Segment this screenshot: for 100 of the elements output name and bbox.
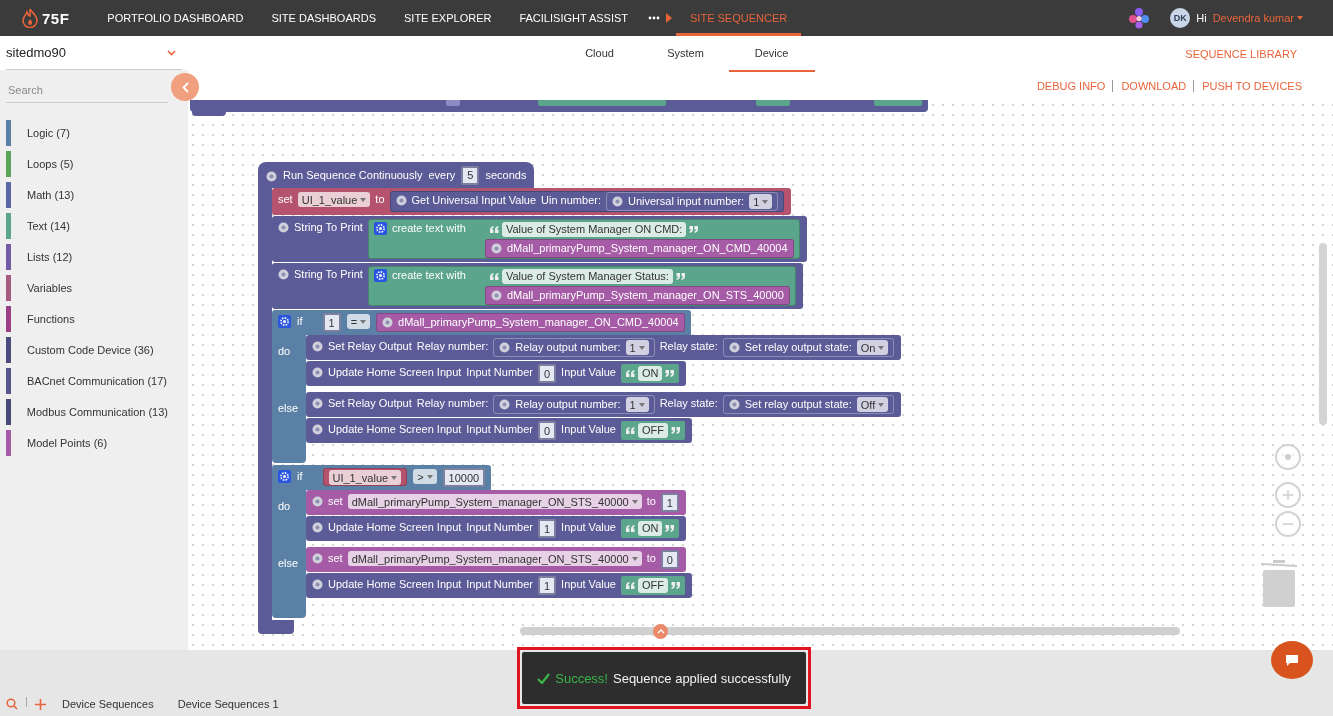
tab[interactable]: Cloud [556, 36, 643, 72]
sequence-tab[interactable]: Device Sequences 1 [169, 698, 287, 710]
number-field[interactable]: 0 [537, 421, 557, 440]
text-field[interactable]: ON [637, 366, 663, 381]
value-block[interactable]: dMall_primaryPump_System_manager_ON_CMD_40004 [376, 313, 685, 332]
block-dropdown[interactable]: dMall_primaryPump_System_manager_ON_STS_40000 [347, 551, 642, 566]
code-block[interactable]: Update Home Screen Input Input Number 0 Input Value OFF [306, 418, 692, 443]
code-block[interactable]: Update Home Screen Input Input Number 1 Input Value OFF [306, 573, 692, 598]
code-block[interactable]: Update Home Screen Input Input Number 1 Input Value ON [306, 516, 687, 541]
block-dropdown[interactable]: UI_1_value [297, 192, 371, 207]
category-item[interactable]: Text (14) [11, 219, 70, 232]
block-dropdown[interactable]: UI_1_value [328, 470, 402, 485]
expand-button[interactable] [653, 624, 668, 639]
gear-icon[interactable] [499, 342, 511, 353]
category-item[interactable]: Lists (12) [11, 250, 73, 263]
gear-icon[interactable] [312, 367, 323, 378]
value-block[interactable]: dMall_primaryPump_System_manager_ON_STS_40000 [484, 286, 790, 305]
gear-icon[interactable] [312, 522, 323, 533]
block-dropdown[interactable]: On [856, 340, 889, 355]
if-block[interactable]: if 1 = dMall_primaryPump_System_manager_ON_CMD_40004 [272, 310, 691, 335]
text-field[interactable]: OFF [637, 578, 668, 593]
category-item[interactable]: Model Points (6) [11, 436, 108, 449]
sequence-header-block[interactable]: Run Sequence Continuously every 5 seconds [258, 162, 535, 188]
value-block[interactable]: dMall_primaryPump_System_manager_ON_CMD_40004 [484, 239, 794, 258]
category-item[interactable]: Modbus Communication (13) [10, 405, 168, 418]
value-block[interactable]: Relay output number: 1 [493, 338, 655, 357]
category-item[interactable]: Variables [11, 281, 73, 294]
code-block[interactable]: Update Home Screen Input Input Number 0 Input Value ON [306, 361, 687, 386]
collapse-button[interactable] [171, 73, 199, 101]
nav-item[interactable]: SITE DASHBOARDS [257, 0, 390, 36]
gear-icon[interactable] [373, 269, 387, 282]
scroll-right-icon[interactable] [666, 13, 673, 23]
nav-item[interactable]: PORTFOLIO DASHBOARD [93, 0, 258, 36]
value-block[interactable]: create text with Value of System Manager ON CMD: dMall_primaryPump_System_manager_ON_CMD_40004 [367, 219, 800, 259]
value-block[interactable]: Set relay output state: On [722, 338, 895, 357]
app-cluster-icon[interactable] [1128, 7, 1151, 29]
number-field[interactable]: 5 [461, 165, 480, 185]
text-field[interactable]: Value of System Manager Status: [501, 269, 673, 284]
gear-icon[interactable] [278, 470, 291, 483]
code-block[interactable]: set UI_1_value to Get Universal Input Value Uin number: Universal input number: 1 [272, 188, 792, 215]
block-dropdown[interactable]: > [413, 469, 437, 484]
if-block[interactable]: if UI_1_value > 10000 [272, 465, 492, 490]
gear-icon[interactable] [728, 342, 740, 353]
gear-icon[interactable] [373, 222, 387, 235]
gear-icon[interactable] [312, 553, 323, 564]
gear-icon[interactable] [312, 496, 323, 507]
number-field[interactable]: 1 [537, 576, 557, 595]
category-item[interactable]: Math (13) [11, 188, 75, 201]
value-block[interactable]: Universal input number: 1 [606, 192, 779, 211]
block-dropdown[interactable]: = [346, 314, 371, 329]
code-block[interactable]: set dMall_primaryPump_System_manager_ON_STS_40000 to 0 [306, 547, 686, 572]
gear-icon[interactable] [266, 171, 277, 182]
value-block[interactable]: UI_1_value [322, 468, 408, 486]
category-item[interactable]: Logic (7) [11, 126, 70, 139]
block-dropdown[interactable]: 1 [625, 340, 649, 355]
nav-item[interactable]: FACILISIGHT ASSIST [505, 0, 643, 36]
number-field[interactable]: 1 [537, 519, 557, 538]
number-field[interactable]: 10000 [442, 468, 486, 487]
text-field[interactable]: OFF [637, 423, 668, 438]
block-dropdown[interactable]: 1 [625, 397, 649, 412]
gear-icon[interactable] [382, 317, 394, 328]
gear-icon[interactable] [278, 222, 289, 233]
gear-icon[interactable] [312, 424, 323, 435]
code-block[interactable]: set dMall_primaryPump_System_manager_ON_STS_40000 to 1 [306, 490, 686, 515]
tab[interactable]: System [642, 36, 729, 72]
text-field[interactable]: Value of System Manager ON CMD: [501, 222, 687, 237]
value-block[interactable]: Relay output number: 1 [493, 395, 655, 414]
value-block[interactable]: Set relay output state: Off [722, 395, 895, 414]
number-field[interactable]: 1 [660, 493, 679, 512]
text-block[interactable]: ON [620, 519, 680, 538]
text-block[interactable]: ON [620, 364, 680, 383]
category-item[interactable]: Loops (5) [11, 157, 74, 170]
gear-icon[interactable] [490, 243, 502, 254]
category-item[interactable]: BACnet Communication (17) [11, 374, 167, 387]
text-block[interactable]: OFF [620, 576, 685, 595]
gear-icon[interactable] [278, 269, 289, 280]
gear-icon[interactable] [728, 399, 740, 410]
gear-icon[interactable] [278, 315, 291, 328]
sequence-tab[interactable]: Device Sequences [54, 698, 162, 710]
block-dropdown[interactable]: 1 [749, 194, 773, 209]
gear-icon[interactable] [312, 398, 323, 409]
add-button[interactable] [35, 699, 46, 710]
text-block[interactable]: OFF [620, 421, 685, 440]
value-block[interactable]: create text with Value of System Manager Status: dMall_primaryPump_System_manager_ON_STS_40000 [367, 266, 796, 306]
more-dots-icon[interactable] [648, 16, 661, 20]
text-field[interactable]: ON [637, 521, 663, 536]
gear-icon[interactable] [312, 579, 323, 590]
action-link[interactable]: DOWNLOAD [1112, 80, 1194, 92]
search-field[interactable]: Search [6, 78, 168, 103]
gear-icon[interactable] [612, 196, 623, 207]
number-field[interactable]: 0 [537, 364, 557, 383]
block-dropdown[interactable]: dMall_primaryPump_System_manager_ON_STS_40000 [347, 494, 642, 509]
category-item[interactable]: Custom Code Device (36) [11, 343, 154, 356]
user-avatar[interactable]: DK [1170, 8, 1191, 28]
category-item[interactable]: Functions [11, 312, 75, 325]
code-block[interactable]: Set Relay Output Relay number: Relay output number: 1 Relay state: Set relay output state: On [306, 335, 902, 360]
search-button[interactable] [6, 698, 18, 710]
block-dropdown[interactable]: Off [856, 397, 889, 412]
nav-item[interactable]: SITE EXPLORER [390, 0, 506, 36]
gear-icon[interactable] [490, 290, 502, 301]
